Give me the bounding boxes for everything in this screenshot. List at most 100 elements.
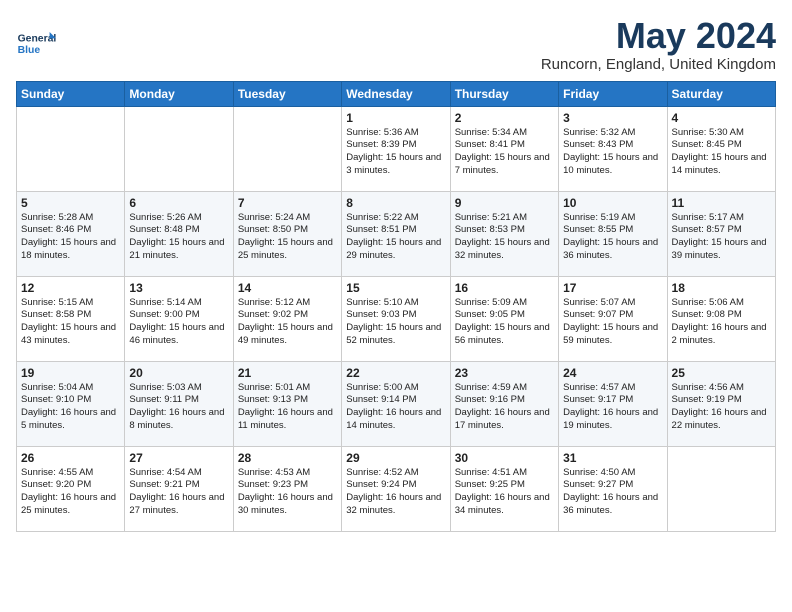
day-number: 13 bbox=[129, 281, 228, 295]
table-row: 2 Sunrise: 5:34 AM Sunset: 8:41 PM Daylig… bbox=[450, 106, 558, 191]
table-row: 16 Sunrise: 5:09 AM Sunset: 9:05 PM Dayli… bbox=[450, 276, 558, 361]
day-info: Sunrise: 5:15 AM Sunset: 8:58 PM Dayligh… bbox=[21, 297, 120, 348]
day-info: Sunrise: 5:36 AM Sunset: 8:39 PM Dayligh… bbox=[346, 127, 445, 178]
day-number: 10 bbox=[563, 196, 662, 210]
calendar-week-row: 12 Sunrise: 5:15 AM Sunset: 8:58 PM Dayli… bbox=[17, 276, 776, 361]
header-monday: Monday bbox=[125, 81, 233, 106]
day-info: Sunrise: 5:22 AM Sunset: 8:51 PM Dayligh… bbox=[346, 212, 445, 263]
table-row: 8 Sunrise: 5:22 AM Sunset: 8:51 PM Daylig… bbox=[342, 191, 450, 276]
page-header: General Blue May 2024 Runcorn, England, … bbox=[16, 16, 776, 73]
day-number: 26 bbox=[21, 451, 120, 465]
day-info: Sunrise: 5:03 AM Sunset: 9:11 PM Dayligh… bbox=[129, 382, 228, 433]
day-number: 23 bbox=[455, 366, 554, 380]
calendar-week-row: 19 Sunrise: 5:04 AM Sunset: 9:10 PM Dayli… bbox=[17, 361, 776, 446]
day-info: Sunrise: 5:14 AM Sunset: 9:00 PM Dayligh… bbox=[129, 297, 228, 348]
table-row: 20 Sunrise: 5:03 AM Sunset: 9:11 PM Dayli… bbox=[125, 361, 233, 446]
calendar-week-row: 1Sunrise: 5:36 AM Sunset: 8:39 PM Daylig… bbox=[17, 106, 776, 191]
day-info: Sunrise: 5:24 AM Sunset: 8:50 PM Dayligh… bbox=[238, 212, 337, 263]
table-row: 1Sunrise: 5:36 AM Sunset: 8:39 PM Daylig… bbox=[342, 106, 450, 191]
day-number: 22 bbox=[346, 366, 445, 380]
day-number: 20 bbox=[129, 366, 228, 380]
table-row: 10 Sunrise: 5:19 AM Sunset: 8:55 PM Dayli… bbox=[559, 191, 667, 276]
table-row: 27 Sunrise: 4:54 AM Sunset: 9:21 PM Dayli… bbox=[125, 446, 233, 531]
header-friday: Friday bbox=[559, 81, 667, 106]
day-info: Sunrise: 4:57 AM Sunset: 9:17 PM Dayligh… bbox=[563, 382, 662, 433]
day-info: Sunrise: 5:30 AM Sunset: 8:45 PM Dayligh… bbox=[672, 127, 771, 178]
table-row: 3 Sunrise: 5:32 AM Sunset: 8:43 PM Daylig… bbox=[559, 106, 667, 191]
day-info: Sunrise: 5:34 AM Sunset: 8:41 PM Dayligh… bbox=[455, 127, 554, 178]
table-row: 15 Sunrise: 5:10 AM Sunset: 9:03 PM Dayli… bbox=[342, 276, 450, 361]
day-number: 19 bbox=[21, 366, 120, 380]
day-number: 3 bbox=[563, 111, 662, 125]
header-sunday: Sunday bbox=[17, 81, 125, 106]
day-info: Sunrise: 5:26 AM Sunset: 8:48 PM Dayligh… bbox=[129, 212, 228, 263]
day-number: 5 bbox=[21, 196, 120, 210]
day-info: Sunrise: 4:52 AM Sunset: 9:24 PM Dayligh… bbox=[346, 467, 445, 518]
table-row: 19 Sunrise: 5:04 AM Sunset: 9:10 PM Dayli… bbox=[17, 361, 125, 446]
day-number: 12 bbox=[21, 281, 120, 295]
table-row: 31 Sunrise: 4:50 AM Sunset: 9:27 PM Dayli… bbox=[559, 446, 667, 531]
day-number: 4 bbox=[672, 111, 771, 125]
location-subtitle: Runcorn, England, United Kingdom bbox=[541, 56, 776, 73]
day-number: 16 bbox=[455, 281, 554, 295]
calendar-header-row: Sunday Monday Tuesday Wednesday Thursday… bbox=[17, 81, 776, 106]
table-row bbox=[233, 106, 341, 191]
table-row: 18 Sunrise: 5:06 AM Sunset: 9:08 PM Dayli… bbox=[667, 276, 775, 361]
header-thursday: Thursday bbox=[450, 81, 558, 106]
table-row: 9 Sunrise: 5:21 AM Sunset: 8:53 PM Daylig… bbox=[450, 191, 558, 276]
day-number: 9 bbox=[455, 196, 554, 210]
table-row: 12 Sunrise: 5:15 AM Sunset: 8:58 PM Dayli… bbox=[17, 276, 125, 361]
logo-icon: General Blue bbox=[16, 24, 56, 64]
day-info: Sunrise: 4:59 AM Sunset: 9:16 PM Dayligh… bbox=[455, 382, 554, 433]
day-number: 8 bbox=[346, 196, 445, 210]
day-info: Sunrise: 5:04 AM Sunset: 9:10 PM Dayligh… bbox=[21, 382, 120, 433]
day-number: 27 bbox=[129, 451, 228, 465]
day-info: Sunrise: 5:32 AM Sunset: 8:43 PM Dayligh… bbox=[563, 127, 662, 178]
header-saturday: Saturday bbox=[667, 81, 775, 106]
day-number: 25 bbox=[672, 366, 771, 380]
calendar-week-row: 5 Sunrise: 5:28 AM Sunset: 8:46 PM Daylig… bbox=[17, 191, 776, 276]
table-row: 4 Sunrise: 5:30 AM Sunset: 8:45 PM Daylig… bbox=[667, 106, 775, 191]
day-info: Sunrise: 4:55 AM Sunset: 9:20 PM Dayligh… bbox=[21, 467, 120, 518]
day-number: 15 bbox=[346, 281, 445, 295]
day-number: 14 bbox=[238, 281, 337, 295]
svg-text:Blue: Blue bbox=[18, 45, 41, 56]
table-row: 7 Sunrise: 5:24 AM Sunset: 8:50 PM Daylig… bbox=[233, 191, 341, 276]
month-year-title: May 2024 bbox=[541, 16, 776, 56]
table-row: 5 Sunrise: 5:28 AM Sunset: 8:46 PM Daylig… bbox=[17, 191, 125, 276]
table-row: 26 Sunrise: 4:55 AM Sunset: 9:20 PM Dayli… bbox=[17, 446, 125, 531]
table-row: 28Sunrise: 4:53 AM Sunset: 9:23 PM Dayli… bbox=[233, 446, 341, 531]
day-number: 11 bbox=[672, 196, 771, 210]
day-info: Sunrise: 4:53 AM Sunset: 9:23 PM Dayligh… bbox=[238, 467, 337, 518]
day-number: 24 bbox=[563, 366, 662, 380]
day-info: Sunrise: 5:09 AM Sunset: 9:05 PM Dayligh… bbox=[455, 297, 554, 348]
day-number: 18 bbox=[672, 281, 771, 295]
day-number: 2 bbox=[455, 111, 554, 125]
day-info: Sunrise: 5:07 AM Sunset: 9:07 PM Dayligh… bbox=[563, 297, 662, 348]
day-info: Sunrise: 5:01 AM Sunset: 9:13 PM Dayligh… bbox=[238, 382, 337, 433]
title-area: May 2024 Runcorn, England, United Kingdo… bbox=[541, 16, 776, 73]
day-number: 31 bbox=[563, 451, 662, 465]
table-row: 24 Sunrise: 4:57 AM Sunset: 9:17 PM Dayli… bbox=[559, 361, 667, 446]
calendar-week-row: 26 Sunrise: 4:55 AM Sunset: 9:20 PM Dayli… bbox=[17, 446, 776, 531]
day-info: Sunrise: 5:10 AM Sunset: 9:03 PM Dayligh… bbox=[346, 297, 445, 348]
calendar-table: Sunday Monday Tuesday Wednesday Thursday… bbox=[16, 81, 776, 532]
day-info: Sunrise: 5:28 AM Sunset: 8:46 PM Dayligh… bbox=[21, 212, 120, 263]
day-number: 17 bbox=[563, 281, 662, 295]
day-number: 21 bbox=[238, 366, 337, 380]
day-info: Sunrise: 5:06 AM Sunset: 9:08 PM Dayligh… bbox=[672, 297, 771, 348]
day-info: Sunrise: 5:00 AM Sunset: 9:14 PM Dayligh… bbox=[346, 382, 445, 433]
table-row: 14 Sunrise: 5:12 AM Sunset: 9:02 PM Dayli… bbox=[233, 276, 341, 361]
day-info: Sunrise: 4:54 AM Sunset: 9:21 PM Dayligh… bbox=[129, 467, 228, 518]
day-info: Sunrise: 5:21 AM Sunset: 8:53 PM Dayligh… bbox=[455, 212, 554, 263]
day-info: Sunrise: 5:12 AM Sunset: 9:02 PM Dayligh… bbox=[238, 297, 337, 348]
table-row: 13 Sunrise: 5:14 AM Sunset: 9:00 PM Dayli… bbox=[125, 276, 233, 361]
table-row: 21 Sunrise: 5:01 AM Sunset: 9:13 PM Dayli… bbox=[233, 361, 341, 446]
table-row: 17 Sunrise: 5:07 AM Sunset: 9:07 PM Dayli… bbox=[559, 276, 667, 361]
day-info: Sunrise: 4:50 AM Sunset: 9:27 PM Dayligh… bbox=[563, 467, 662, 518]
day-number: 7 bbox=[238, 196, 337, 210]
day-info: Sunrise: 4:51 AM Sunset: 9:25 PM Dayligh… bbox=[455, 467, 554, 518]
table-row: 6Sunrise: 5:26 AM Sunset: 8:48 PM Daylig… bbox=[125, 191, 233, 276]
day-info: Sunrise: 5:19 AM Sunset: 8:55 PM Dayligh… bbox=[563, 212, 662, 263]
day-number: 29 bbox=[346, 451, 445, 465]
